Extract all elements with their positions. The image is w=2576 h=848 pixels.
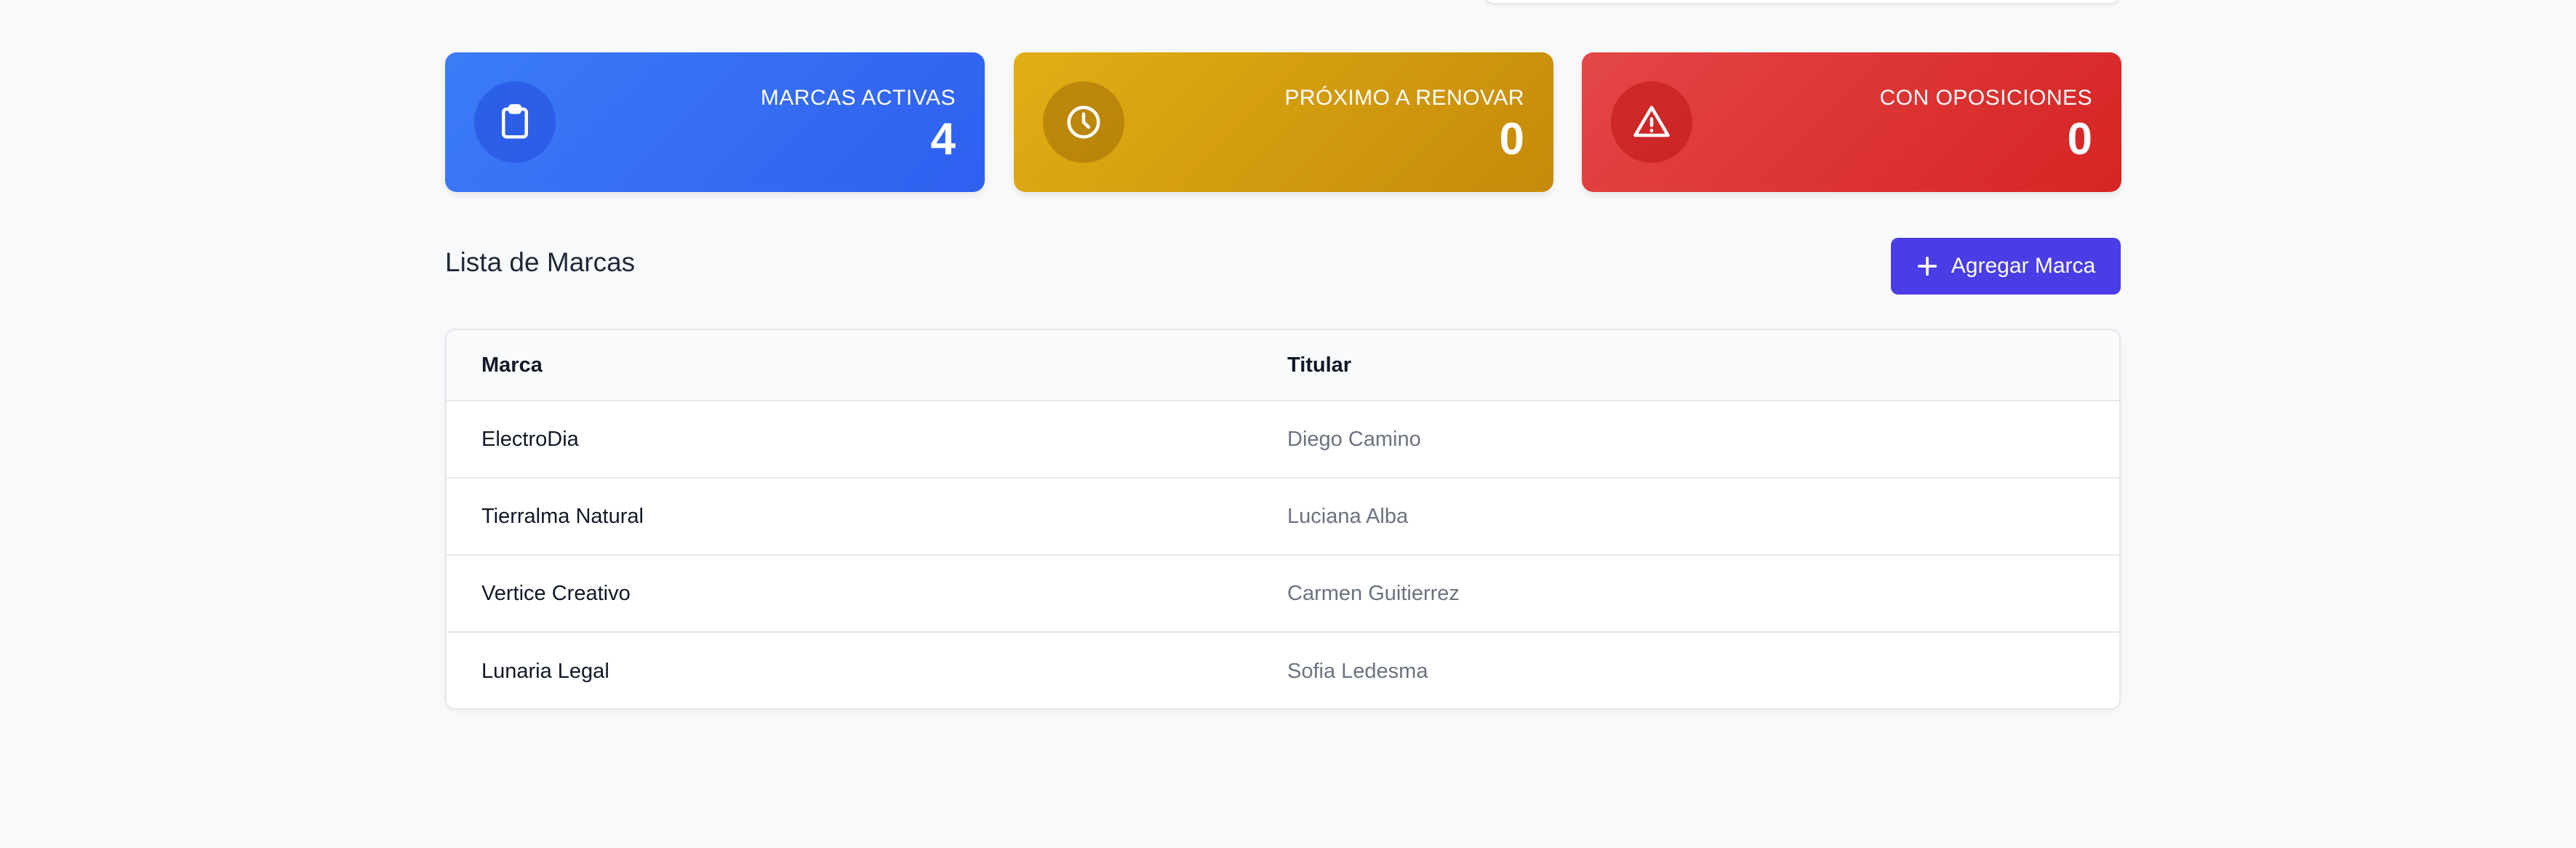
warning-triangle-icon xyxy=(1633,105,1670,137)
owner-cell: Luciana Alba xyxy=(1287,504,1409,528)
top-panel-edge xyxy=(1484,0,2121,4)
brand-cell: ElectroDia xyxy=(481,427,579,451)
table-row[interactable]: Vertice Creativo Carmen Guitierrez xyxy=(447,556,2119,633)
stat-icon-badge xyxy=(1611,81,1692,163)
brand-cell: Tierralma Natural xyxy=(481,504,644,528)
page: MARCAS ACTIVAS 4 PRÓXIMO A RENOVAR 0 CON… xyxy=(0,0,2576,848)
owner-cell: Carmen Guitierrez xyxy=(1287,581,1460,605)
stat-label: PRÓXIMO A RENOVAR xyxy=(1284,86,1524,110)
owner-cell: Sofia Ledesma xyxy=(1287,659,1428,683)
stat-icon-badge xyxy=(1043,81,1124,163)
table-row[interactable]: Tierralma Natural Luciana Alba xyxy=(447,479,2119,556)
stat-icon-badge xyxy=(474,81,556,163)
column-header-brand[interactable]: Marca xyxy=(447,353,1287,377)
plus-icon xyxy=(1917,256,1937,276)
stat-label: MARCAS ACTIVAS xyxy=(760,86,956,110)
stat-label: CON OPOSICIONES xyxy=(1879,86,2092,110)
brands-table: Marca Titular ElectroDia Diego Camino Ti… xyxy=(445,329,2121,710)
add-brand-button[interactable]: Agregar Marca xyxy=(1891,238,2121,295)
stat-card-oppositions: CON OPOSICIONES 0 xyxy=(1582,52,2121,192)
column-header-owner[interactable]: Titular xyxy=(1287,353,2119,377)
brand-cell: Lunaria Legal xyxy=(481,659,609,683)
table-row[interactable]: Lunaria Legal Sofia Ledesma xyxy=(447,633,2119,708)
brand-cell: Vertice Creativo xyxy=(481,581,631,605)
brand-list-title: Lista de Marcas xyxy=(445,247,636,277)
stat-value: 0 xyxy=(1499,114,1524,164)
table-row[interactable]: ElectroDia Diego Camino xyxy=(447,401,2119,479)
add-brand-button-label: Agregar Marca xyxy=(1951,254,2096,278)
stat-card-active-brands: MARCAS ACTIVAS 4 xyxy=(445,52,985,192)
table-header-row: Marca Titular xyxy=(447,330,2119,401)
stat-value: 4 xyxy=(930,114,956,164)
stat-card-near-renewal: PRÓXIMO A RENOVAR 0 xyxy=(1014,52,1553,192)
owner-cell: Diego Camino xyxy=(1287,427,1421,451)
stat-value: 0 xyxy=(2067,114,2092,164)
clock-icon xyxy=(1067,105,1100,139)
clipboard-icon xyxy=(502,104,528,139)
